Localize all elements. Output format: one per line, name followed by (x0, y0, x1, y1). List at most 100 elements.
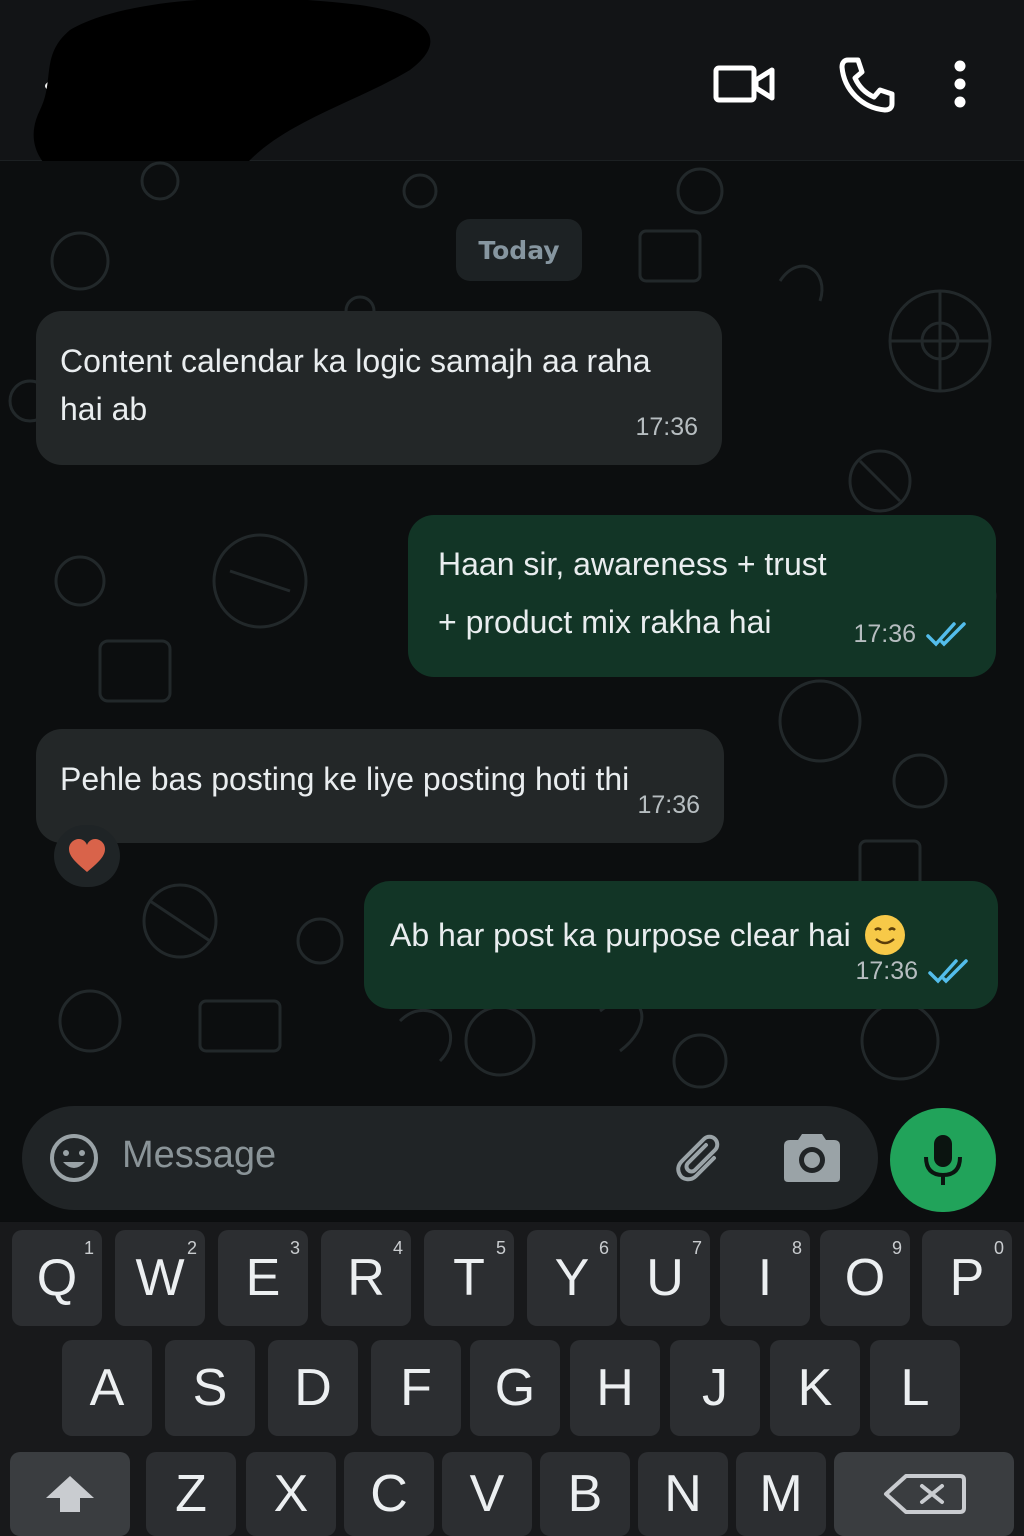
read-receipt-icon (926, 622, 966, 647)
key-label: G (494, 1359, 536, 1417)
key-label: N (664, 1465, 702, 1523)
key-hint: 6 (598, 1238, 609, 1258)
read-receipt-icon (928, 959, 968, 984)
heart-icon (69, 839, 105, 872)
key-b[interactable]: B (540, 1452, 630, 1536)
chat-header (0, 0, 1024, 195)
key-m[interactable]: M (736, 1452, 826, 1536)
backspace-icon (884, 1474, 966, 1514)
message-text: Pehle bas posting ke liye posting hoti t… (60, 761, 630, 797)
key-i[interactable]: I8 (720, 1230, 810, 1326)
key-label: H (596, 1359, 634, 1417)
key-v[interactable]: V (442, 1452, 532, 1536)
key-label: M (759, 1465, 803, 1523)
key-x[interactable]: X (246, 1452, 336, 1536)
key-label: K (797, 1359, 833, 1417)
shift-key[interactable] (10, 1452, 130, 1536)
message-text-line: Haan sir, awareness + trust (438, 546, 827, 582)
key-g[interactable]: G (470, 1340, 560, 1436)
key-hint: 0 (993, 1238, 1004, 1258)
microphone-button[interactable] (890, 1108, 996, 1212)
key-l[interactable]: L (870, 1340, 960, 1436)
shift-arrow-icon (46, 1476, 94, 1512)
key-label: W (135, 1249, 185, 1307)
key-label: L (900, 1359, 930, 1417)
paperclip-icon[interactable] (674, 1128, 730, 1188)
key-q[interactable]: Q1 (12, 1230, 102, 1326)
key-p[interactable]: P0 (922, 1230, 1012, 1326)
message-time: 17:36 (635, 413, 698, 441)
message-time: 17:36 (855, 957, 918, 985)
key-label: F (400, 1359, 432, 1417)
key-z[interactable]: Z (146, 1452, 236, 1536)
key-t[interactable]: T5 (424, 1230, 514, 1326)
phone-icon[interactable] (834, 52, 898, 116)
key-label: U (646, 1249, 684, 1307)
key-label: C (370, 1465, 408, 1523)
key-hint: 2 (186, 1238, 197, 1258)
key-o[interactable]: O9 (820, 1230, 910, 1326)
key-j[interactable]: J (670, 1340, 760, 1436)
key-label: R (347, 1249, 385, 1307)
key-label: P (949, 1249, 985, 1307)
key-label: Z (175, 1465, 207, 1523)
key-hint: 5 (495, 1238, 506, 1258)
message-text-line: hai ab (60, 391, 148, 427)
backspace-key[interactable] (834, 1452, 1014, 1536)
key-r[interactable]: R4 (321, 1230, 411, 1326)
message-input[interactable]: Message (122, 1134, 276, 1177)
message-meta: 17:36 (855, 947, 974, 995)
message-time: 17:36 (637, 791, 700, 819)
key-label: Y (554, 1249, 590, 1307)
message-time: 17:36 (853, 620, 916, 648)
message-text: Ab har post ka purpose clear hai (390, 917, 851, 953)
key-hint: 4 (392, 1238, 403, 1258)
key-s[interactable]: S (165, 1340, 255, 1436)
message-meta: 17:36 (637, 781, 700, 829)
more-vertical-icon[interactable] (928, 52, 992, 116)
camera-icon[interactable] (780, 1130, 844, 1186)
key-label: A (89, 1359, 125, 1417)
key-label: Q (36, 1249, 78, 1307)
key-label: J (702, 1359, 728, 1417)
message-meta: 17:36 (853, 605, 972, 663)
key-h[interactable]: H (570, 1340, 660, 1436)
key-c[interactable]: C (344, 1452, 434, 1536)
chat-area[interactable]: Today Content calendar ka logic samajh a… (0, 161, 1024, 1221)
emoji-icon[interactable] (48, 1132, 100, 1184)
message-text-line: Content calendar ka logic samajh aa raha (60, 343, 651, 379)
key-hint: 9 (891, 1238, 902, 1258)
key-label: T (453, 1249, 485, 1307)
message-meta: 17:36 (635, 403, 698, 451)
key-label: S (192, 1359, 228, 1417)
key-label: D (294, 1359, 332, 1417)
key-hint: 1 (83, 1238, 94, 1258)
key-hint: 7 (691, 1238, 702, 1258)
date-separator: Today (456, 219, 582, 281)
key-n[interactable]: N (638, 1452, 728, 1536)
key-w[interactable]: W2 (115, 1230, 205, 1326)
key-label: X (273, 1465, 309, 1523)
video-call-icon[interactable] (712, 52, 776, 116)
key-f[interactable]: F (371, 1340, 461, 1436)
microphone-icon (924, 1135, 962, 1185)
on-screen-keyboard: Q1 W2 E3 R4 T5 Y6 U7 I8 O9 P0 A S D F G … (0, 1222, 1024, 1536)
key-y[interactable]: Y6 (527, 1230, 617, 1326)
key-u[interactable]: U7 (620, 1230, 710, 1326)
key-label: I (757, 1249, 773, 1307)
key-hint: 3 (289, 1238, 300, 1258)
message-incoming[interactable]: Content calendar ka logic samajh aa raha… (36, 311, 722, 465)
key-k[interactable]: K (770, 1340, 860, 1436)
key-e[interactable]: E3 (218, 1230, 308, 1326)
key-d[interactable]: D (268, 1340, 358, 1436)
message-composer[interactable]: Message (22, 1106, 878, 1210)
key-label: E (245, 1249, 281, 1307)
key-label: V (469, 1465, 505, 1523)
key-hint: 8 (791, 1238, 802, 1258)
message-outgoing[interactable]: Ab har post ka purpose clear hai 17:36 (364, 881, 998, 1009)
message-incoming[interactable]: Pehle bas posting ke liye posting hoti t… (36, 729, 724, 843)
message-outgoing[interactable]: Haan sir, awareness + trust + product mi… (408, 515, 996, 677)
key-label: O (844, 1249, 886, 1307)
key-a[interactable]: A (62, 1340, 152, 1436)
reaction-badge[interactable] (54, 825, 120, 887)
